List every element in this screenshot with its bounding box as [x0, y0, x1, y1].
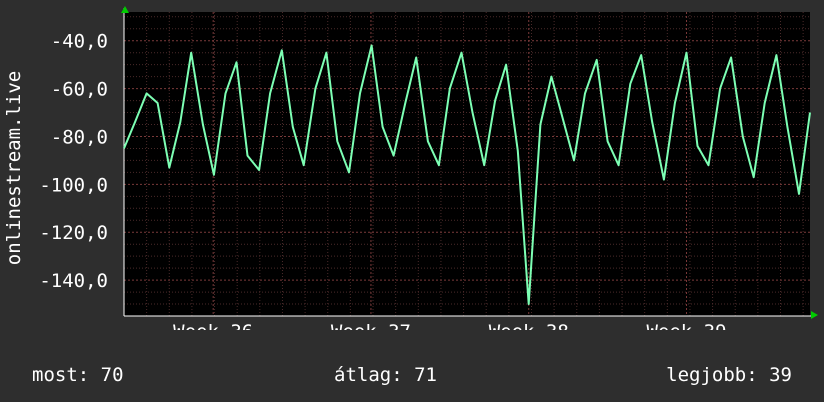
x-tick-label: Week 39	[646, 321, 726, 330]
y-tick-label: -80,0	[51, 126, 108, 148]
x-tick-labels: Week 36 Week 37 Week 38 Week 39	[173, 321, 726, 330]
y-tick-label: -60,0	[51, 79, 108, 101]
stat-current: most: 70	[32, 364, 124, 386]
y-tick-labels: -40,0 -60,0 -80,0 -100,0 -120,0 -140,0	[39, 31, 108, 292]
stat-average: átlag: 71	[334, 364, 437, 386]
chart: -40,0 -60,0 -80,0 -100,0 -120,0 -140,0 Week 3…	[3, 6, 818, 330]
x-tick-label: Week 37	[331, 321, 411, 330]
y-tick-label: -100,0	[39, 174, 108, 196]
y-tick-label: -40,0	[51, 31, 108, 53]
stat-best: legjobb: 39	[666, 364, 792, 386]
x-tick-label: Week 36	[173, 321, 253, 330]
x-axis-arrow-icon	[811, 311, 818, 319]
y-tick-label: -120,0	[39, 222, 108, 244]
x-tick-label: Week 38	[489, 321, 569, 330]
y-axis-label: onlinestream.live	[3, 71, 25, 265]
y-axis-arrow-icon	[121, 6, 129, 13]
y-tick-label: -140,0	[39, 270, 108, 292]
